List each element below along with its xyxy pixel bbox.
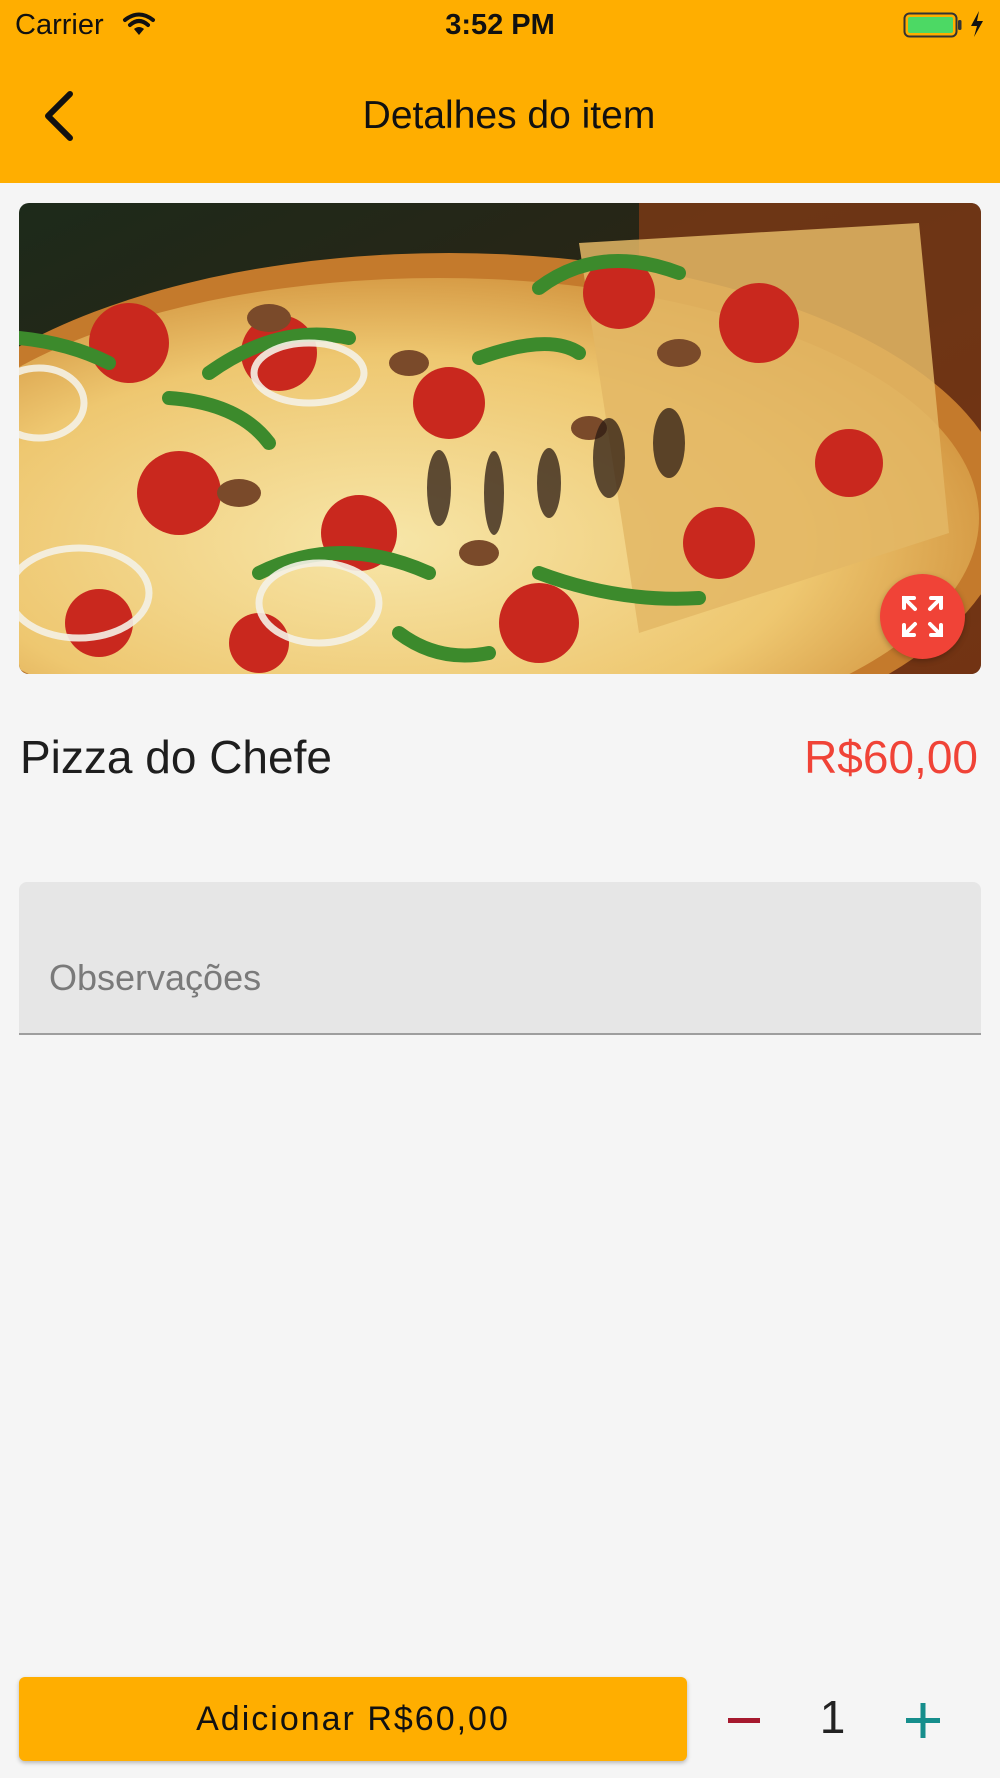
clock: 3:52 PM (445, 9, 555, 41)
plus-icon (906, 1703, 940, 1738)
screen: Carrier 3:52 PM Detalhes do item Pizza d… (0, 0, 1000, 1778)
increase-quantity-button[interactable] (892, 1680, 952, 1760)
notes-field[interactable] (19, 882, 981, 1035)
quantity-value: 1 (819, 1691, 846, 1743)
decrease-quantity-button[interactable] (714, 1680, 774, 1760)
page-title: Detalhes do item (362, 94, 656, 137)
expand-image-button[interactable] (880, 574, 965, 659)
expand-arrows-icon (902, 596, 943, 637)
app-bar: Carrier 3:52 PM Detalhes do item (0, 0, 1000, 183)
notes-input[interactable] (19, 882, 981, 1033)
battery-icon (903, 11, 963, 44)
minus-icon (728, 1718, 760, 1723)
item-image (19, 203, 981, 674)
pizza-photo (19, 203, 981, 674)
status-bar: Carrier 3:52 PM (0, 0, 1000, 50)
item-name: Pizza do Chefe (20, 731, 332, 783)
charging-icon (969, 10, 985, 43)
add-to-cart-button[interactable]: Adicionar R$60,00 (19, 1677, 687, 1761)
item-price: R$60,00 (804, 731, 978, 783)
